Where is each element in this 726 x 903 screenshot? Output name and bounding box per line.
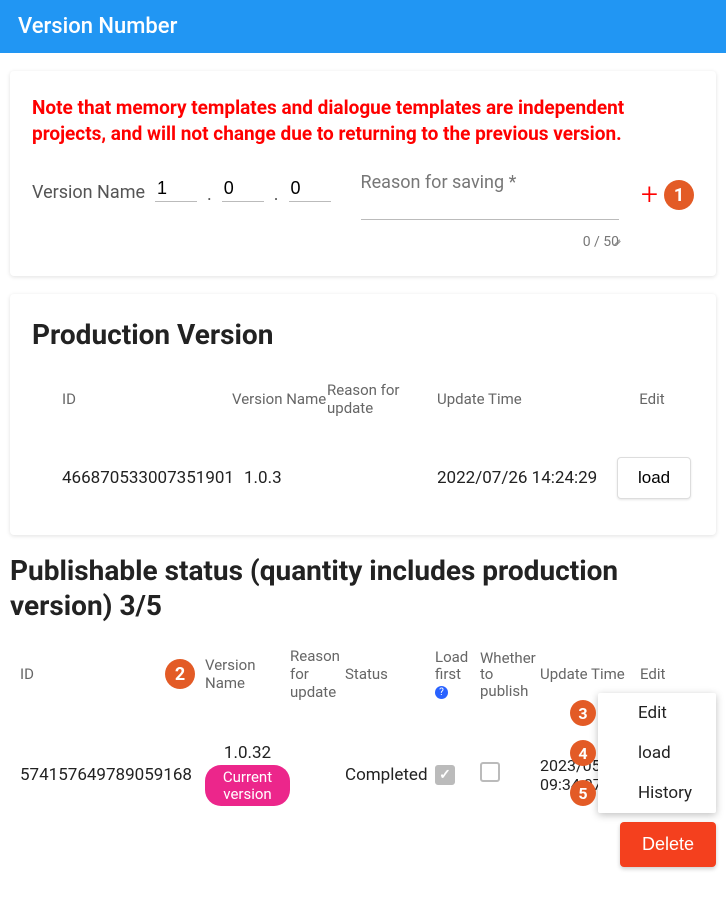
pub-col-publish: Whether to publish — [480, 650, 540, 700]
production-title: Production Version — [32, 318, 694, 351]
warning-note: Note that memory templates and dialogue … — [32, 95, 694, 146]
delete-button[interactable]: Delete — [620, 822, 716, 867]
prod-row-time: 2022/07/26 14:24:29 — [437, 468, 617, 488]
version-major-input[interactable] — [155, 176, 197, 202]
production-table-header: ID Version Name Reason for update Update… — [32, 371, 694, 427]
loadfirst-header-text: Load first — [435, 648, 468, 683]
publish-checkbox[interactable] — [480, 762, 500, 782]
pub-col-time: Update Time — [540, 665, 640, 683]
annotation-badge-1: 1 — [664, 180, 694, 210]
prod-row-edit-cell: load — [617, 457, 687, 499]
pub-col-version-name: Version Name — [205, 656, 290, 692]
version-minor-input[interactable] — [222, 176, 264, 202]
current-version-chip: Current version — [205, 765, 290, 806]
loadfirst-checkbox[interactable] — [435, 765, 455, 785]
pub-col-edit: Edit — [640, 665, 680, 683]
col-version-name-header: Version Name — [232, 390, 327, 408]
version-name-label: Version Name — [32, 176, 145, 203]
pub-row-id: 574157649789059168 — [10, 765, 205, 785]
pub-row-version-cell: 1.0.32 Current version — [205, 743, 290, 806]
menu-load-label: load — [638, 743, 671, 763]
pub-row-publish — [480, 762, 540, 787]
reason-field-wrap: Reason for saving * 0 / 50 — [361, 176, 620, 250]
reason-label: Reason for saving * — [361, 172, 517, 193]
load-button[interactable]: load — [617, 457, 691, 499]
publishable-table-row: 574157649789059168 1.0.32 Current versio… — [10, 713, 716, 816]
char-counter: 0 / 50 — [361, 234, 620, 250]
col-edit-header: Edit — [617, 390, 687, 408]
menu-history-label: History — [638, 783, 692, 803]
pub-row-loadfirst — [435, 764, 480, 785]
annotation-badge-2: 2 — [165, 659, 195, 689]
prod-row-version: 1.0.3 — [232, 468, 327, 488]
dot-separator: . — [207, 176, 212, 205]
page-title: Version Number — [18, 14, 177, 39]
create-version-card: Note that memory templates and dialogue … — [10, 71, 716, 276]
prod-row-id: 466870533007351901 — [32, 468, 232, 488]
col-update-time-header: Update Time — [437, 390, 617, 408]
annotation-badge-3: 3 — [570, 700, 596, 726]
plus-icon[interactable]: + — [641, 180, 658, 210]
production-table: ID Version Name Reason for update Update… — [32, 371, 694, 509]
pub-col-id: ID — [10, 665, 165, 683]
page-header: Version Number — [0, 0, 726, 53]
menu-load[interactable]: 4 load — [598, 733, 716, 773]
version-patch-input[interactable] — [289, 176, 331, 202]
version-form-row: Version Name . . Reason for saving * 0 /… — [32, 176, 694, 250]
resize-handle-icon[interactable] — [611, 234, 621, 244]
publishable-title: Publishable status (quantity includes pr… — [10, 553, 716, 623]
pub-col-reason: Reason for update — [290, 647, 345, 701]
production-version-card: Production Version ID Version Name Reaso… — [10, 294, 716, 535]
pub-row-status: Completed — [345, 765, 435, 785]
add-version-controls: + 1 — [641, 176, 694, 210]
col-reason-header: Reason for update — [327, 381, 437, 417]
menu-edit[interactable]: 3 Edit — [598, 693, 716, 733]
annotation-badge-2-wrap: 2 — [165, 659, 205, 689]
pub-col-loadfirst: Load first ? — [435, 649, 480, 699]
menu-edit-label: Edit — [638, 703, 667, 723]
pub-row-version: 1.0.32 — [205, 743, 290, 763]
production-table-row: 466870533007351901 1.0.3 2022/07/26 14:2… — [32, 447, 694, 509]
publishable-section: Publishable status (quantity includes pr… — [10, 553, 716, 816]
menu-history[interactable]: 5 History — [598, 773, 716, 813]
help-icon[interactable]: ? — [435, 686, 448, 699]
dot-separator: . — [274, 176, 279, 205]
col-id-header: ID — [32, 390, 232, 408]
row-action-menu: 3 Edit 4 load 5 History — [598, 693, 716, 813]
annotation-badge-5: 5 — [570, 780, 596, 806]
pub-col-status: Status — [345, 665, 435, 683]
